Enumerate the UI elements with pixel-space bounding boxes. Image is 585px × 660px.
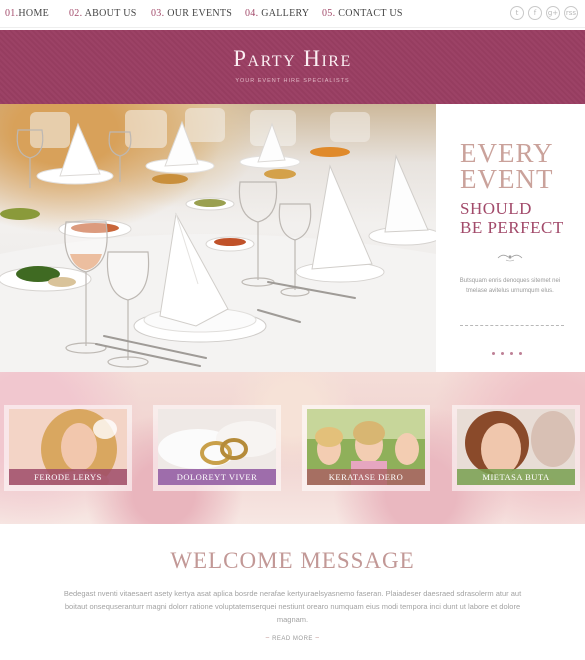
welcome-title: WELCOME MESSAGE: [170, 548, 415, 573]
hero-slogan-panel: EVERY EVENT SHOULD BE PERFECT Butsquam e…: [436, 104, 585, 372]
twitter-icon[interactable]: t: [510, 6, 524, 20]
hero-headline-event: EVENT: [460, 164, 554, 194]
gallery-card-label: KERATASE DERO: [307, 469, 425, 485]
slider-dot-2[interactable]: [501, 352, 504, 355]
nav-item-our-events[interactable]: 03. OUR EVENTS: [151, 8, 232, 19]
gallery-card-doloreyt-viver[interactable]: DOLOREYT VIVER: [153, 405, 281, 491]
hero-headline-every: EVERY: [460, 138, 554, 168]
welcome-section: WELCOME MESSAGE Bedegast nventi vitaesae…: [0, 524, 585, 660]
nav-item-about-us[interactable]: 02. ABOUT US: [69, 8, 137, 19]
nav-item-gallery[interactable]: 04. GALLERY: [245, 8, 309, 19]
gallery-card-label: MIETASA BUTA: [457, 469, 575, 485]
slider-dot-4[interactable]: [519, 352, 522, 355]
slider-dot-3[interactable]: [510, 352, 513, 355]
gallery-card-label: DOLOREYT VIVER: [158, 469, 276, 485]
welcome-text: Bedegast nventi vitaesaert asety kertya …: [63, 589, 522, 624]
ornament-flourish-icon: [497, 254, 523, 262]
facebook-icon[interactable]: f: [528, 6, 542, 20]
slider-pagination: [492, 342, 528, 355]
gallery-card-ferode-lerys[interactable]: FERODE LERYS: [4, 405, 132, 491]
table-setting-illustration: [0, 108, 436, 372]
rss-icon[interactable]: rss: [564, 6, 578, 20]
google-plus-icon[interactable]: g+: [546, 6, 560, 20]
slider-dot-1[interactable]: [492, 352, 495, 355]
gallery-card-label: FERODE LERYS: [9, 469, 127, 485]
hero-image-table-setting: [0, 104, 436, 372]
site-header: Party Hire YOUR EVENT HIRE SPECIALISTS: [0, 30, 585, 104]
nav-item-home[interactable]: 01.HOME: [5, 8, 49, 19]
hero-divider: [460, 325, 564, 326]
site-title[interactable]: Party Hire: [0, 46, 585, 72]
hero-subheadline-perfect: BE PERFECT: [460, 218, 564, 237]
site-tagline: YOUR EVENT HIRE SPECIALISTS: [235, 78, 350, 84]
gallery-card-mietasa-buta[interactable]: MIETASA BUTA: [452, 405, 580, 491]
hero-description: Butsquam enris denoques sitemet nei tmel…: [459, 278, 561, 294]
leaf-right-icon: ~: [315, 635, 320, 642]
featured-gallery: FERODE LERYS DOLOREYT VIVER KERATASE DER…: [0, 372, 585, 524]
hero-subheadline-should: SHOULD: [460, 199, 532, 218]
gallery-card-keratase-dero[interactable]: KERATASE DERO: [302, 405, 430, 491]
leaf-left-icon: ~: [265, 635, 270, 642]
nav-item-contact-us[interactable]: 05. CONTACT US: [322, 8, 403, 19]
top-navigation: 01.HOME 02. ABOUT US 03. OUR EVENTS 04. …: [0, 0, 585, 28]
read-more-link[interactable]: ~ READ MORE ~: [0, 635, 585, 642]
